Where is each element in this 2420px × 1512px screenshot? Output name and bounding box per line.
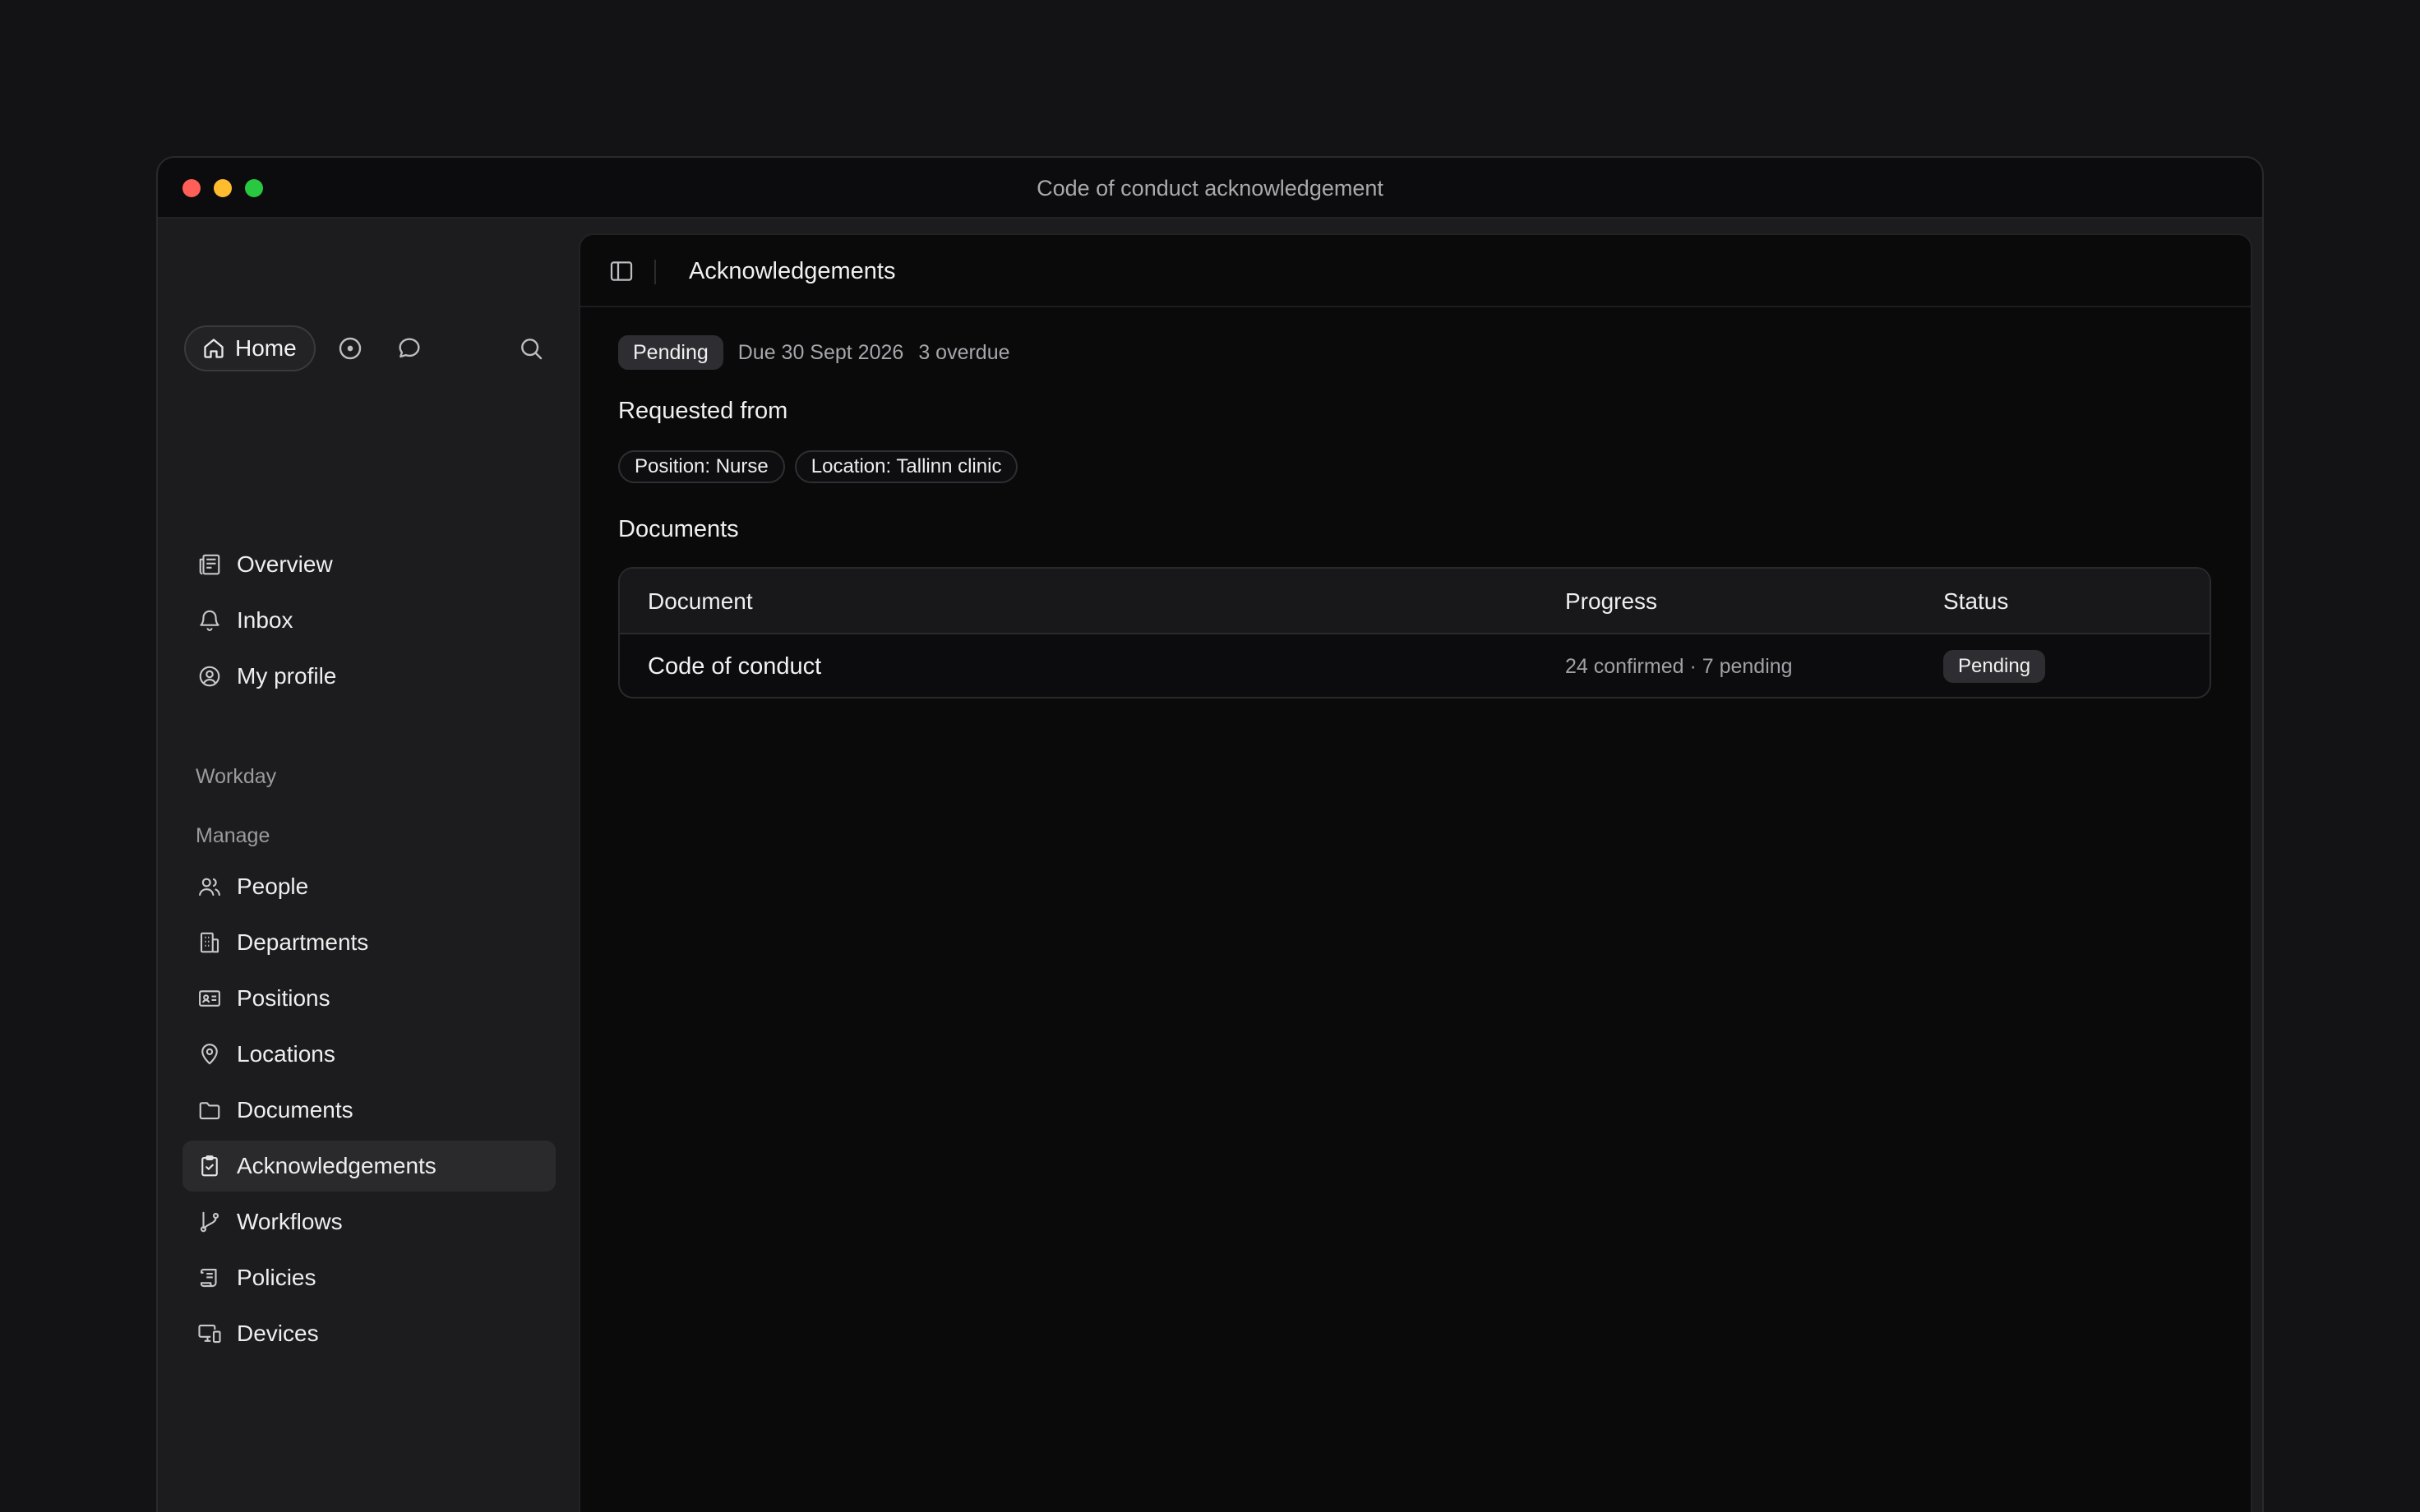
sidebar-item-label: Policies bbox=[237, 1265, 316, 1290]
id-card-icon bbox=[196, 984, 224, 1012]
cell-status: Pending bbox=[1943, 634, 2046, 697]
home-button[interactable]: Home bbox=[184, 325, 316, 371]
sidebar-item-label: Locations bbox=[237, 1041, 335, 1067]
newspaper-icon bbox=[196, 551, 224, 579]
column-header-document[interactable]: Document bbox=[648, 569, 753, 634]
sidebar-item-my-profile[interactable]: My profile bbox=[182, 651, 556, 702]
documents-table: Document Progress Status Code of conduct… bbox=[618, 567, 2211, 698]
sidebar-item-policies[interactable]: Policies bbox=[182, 1252, 556, 1303]
clipboard-check-icon bbox=[196, 1152, 224, 1180]
chip-location[interactable]: Location: Tallinn clinic bbox=[794, 450, 1018, 483]
table-header: Document Progress Status bbox=[620, 569, 2210, 634]
monitor-smartphone-icon bbox=[196, 1320, 224, 1348]
app-window: Code of conduct acknowledgement Home Ove… bbox=[156, 156, 2264, 1512]
sidebar-item-departments[interactable]: Departments bbox=[182, 917, 556, 968]
sidebar-topbar: Home bbox=[184, 325, 546, 371]
header-divider bbox=[654, 260, 656, 284]
status-badge: Pending bbox=[1943, 650, 2046, 683]
due-date: Due 30 Sept 2026 bbox=[737, 340, 904, 364]
sidebar-item-label: Devices bbox=[237, 1321, 319, 1346]
window-title: Code of conduct acknowledgement bbox=[1037, 175, 1383, 201]
users-icon bbox=[196, 873, 224, 901]
column-header-progress[interactable]: Progress bbox=[1565, 569, 1657, 634]
sidebar-item-label: Positions bbox=[237, 985, 330, 1011]
section-label-workday[interactable]: Workday bbox=[196, 765, 276, 789]
bell-icon bbox=[196, 606, 224, 634]
status-row: Pending Due 30 Sept 2026 3 overdue bbox=[618, 335, 1010, 370]
sidebar-item-label: My profile bbox=[237, 663, 337, 689]
sidebar-item-overview[interactable]: Overview bbox=[182, 539, 556, 590]
sidebar-item-people[interactable]: People bbox=[182, 861, 556, 912]
sidebar: Home Overview Inbox My profile Workday M… bbox=[158, 220, 577, 1512]
sidebar-item-locations[interactable]: Locations bbox=[182, 1029, 556, 1080]
sidebar-item-positions[interactable]: Positions bbox=[182, 973, 556, 1024]
git-branch-icon bbox=[196, 1208, 224, 1236]
sidebar-item-label: Inbox bbox=[237, 607, 293, 633]
overdue-count: 3 overdue bbox=[918, 340, 1010, 364]
folder-icon bbox=[196, 1096, 224, 1124]
section-label-manage: Manage bbox=[196, 824, 270, 847]
cell-document[interactable]: Code of conduct bbox=[648, 634, 821, 697]
chat-bubble-icon[interactable] bbox=[395, 334, 424, 363]
cell-progress: 24 confirmed · 7 pending bbox=[1565, 654, 1793, 678]
main-panel: Acknowledgements Pending Due 30 Sept 202… bbox=[579, 233, 2252, 1512]
title-bar: Code of conduct acknowledgement bbox=[158, 158, 2262, 219]
status-badge: Pending bbox=[618, 335, 723, 370]
sidebar-item-devices[interactable]: Devices bbox=[182, 1308, 556, 1359]
building-icon bbox=[196, 929, 224, 957]
search-icon[interactable] bbox=[516, 334, 546, 363]
sidebar-item-label: Departments bbox=[237, 929, 369, 955]
sidebar-item-label: Workflows bbox=[237, 1209, 343, 1234]
sidebar-item-label: Acknowledgements bbox=[237, 1153, 436, 1178]
sidebar-toggle-icon[interactable] bbox=[608, 258, 635, 284]
home-label: Home bbox=[235, 335, 297, 361]
main-header: Acknowledgements bbox=[580, 235, 2251, 307]
sidebar-item-inbox[interactable]: Inbox bbox=[182, 595, 556, 646]
sidebar-item-documents[interactable]: Documents bbox=[182, 1085, 556, 1136]
requested-from-heading: Requested from bbox=[618, 398, 788, 424]
sidebar-item-label: People bbox=[237, 874, 309, 899]
home-icon bbox=[202, 337, 225, 360]
chip-position[interactable]: Position: Nurse bbox=[618, 450, 785, 483]
column-header-status[interactable]: Status bbox=[1943, 569, 2008, 634]
map-pin-icon bbox=[196, 1040, 224, 1068]
sidebar-item-acknowledgements[interactable]: Acknowledgements bbox=[182, 1141, 556, 1192]
requested-from-chips: Position: Nurse Location: Tallinn clinic bbox=[618, 450, 1018, 483]
sidebar-item-label: Documents bbox=[237, 1097, 353, 1122]
scroll-icon bbox=[196, 1264, 224, 1292]
documents-heading: Documents bbox=[618, 516, 739, 542]
sidebar-item-label: Overview bbox=[237, 551, 333, 577]
sidebar-item-workflows[interactable]: Workflows bbox=[182, 1196, 556, 1247]
user-circle-icon bbox=[196, 662, 224, 690]
page-title: Acknowledgements bbox=[689, 257, 896, 284]
compass-icon[interactable] bbox=[335, 334, 365, 363]
